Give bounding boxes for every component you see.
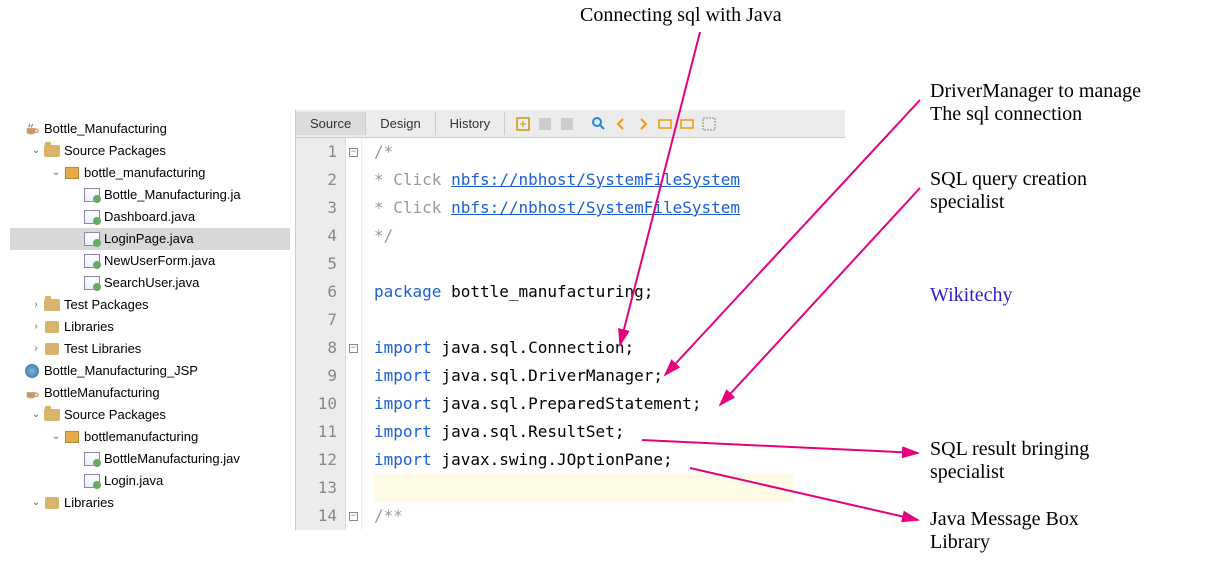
libraries-icon	[44, 319, 60, 335]
java-file[interactable]: Dashboard.java	[70, 206, 295, 228]
source-packages-node[interactable]: ⌄Source Packages	[30, 404, 295, 426]
package-icon	[64, 429, 80, 445]
java-file-icon	[84, 451, 100, 467]
annotation-text: SQL result bringingspecialist	[930, 438, 1089, 484]
test-packages-node[interactable]: ›Test Packages	[30, 294, 295, 316]
test-libraries-node[interactable]: ›Test Libraries	[30, 338, 295, 360]
fold-gutter: − − −	[346, 138, 362, 530]
annotation-text: Java Message BoxLibrary	[930, 508, 1079, 554]
java-file-icon	[84, 231, 100, 247]
annotation-text: SQL query creationspecialist	[930, 168, 1087, 214]
folder-icon	[44, 297, 60, 313]
prev-icon[interactable]	[611, 114, 631, 134]
java-file[interactable]: Bottle_Manufacturing.ja	[70, 184, 295, 206]
expand-icon[interactable]: ⌄	[50, 162, 62, 184]
project-label: Bottle_Manufacturing	[44, 118, 167, 140]
package-icon	[64, 165, 80, 181]
expand-icon[interactable]: ⌄	[30, 140, 42, 162]
libraries-icon	[44, 341, 60, 357]
expand-icon[interactable]: ›	[30, 338, 42, 360]
java-file[interactable]: Login.java	[70, 470, 295, 492]
java-file[interactable]: BottleManufacturing.jav	[70, 448, 295, 470]
expand-icon[interactable]: ⌄	[50, 426, 62, 448]
code-editor: Source Design History 123456789101112131…	[295, 110, 845, 530]
wikitechy-label: Wikitechy	[930, 284, 1013, 307]
project-node[interactable]: Bottle_Manufacturing	[10, 118, 295, 140]
project-icon	[24, 121, 40, 137]
tab-design[interactable]: Design	[366, 112, 435, 135]
java-file[interactable]: SearchUser.java	[70, 272, 295, 294]
nav-icon[interactable]	[513, 114, 533, 134]
fold-toggle-icon[interactable]: −	[349, 148, 358, 157]
package-node[interactable]: ⌄ bottle_manufacturing	[50, 162, 295, 184]
expand-icon[interactable]: ›	[30, 316, 42, 338]
libraries-icon	[44, 495, 60, 511]
libraries-node[interactable]: ⌄Libraries	[30, 492, 295, 514]
libraries-node[interactable]: ›Libraries	[30, 316, 295, 338]
annotation-text: DriverManager to manageThe sql connectio…	[930, 80, 1141, 126]
expand-icon[interactable]: ⌄	[30, 492, 42, 514]
fold-toggle-icon[interactable]: −	[349, 512, 358, 521]
search-icon[interactable]	[589, 114, 609, 134]
project-node[interactable]: Bottle_Manufacturing_JSP	[10, 360, 295, 382]
java-file-icon	[84, 209, 100, 225]
java-file-selected[interactable]: LoginPage.java	[10, 228, 290, 250]
java-file-icon	[84, 473, 100, 489]
line-gutter: 1234567891011121314	[296, 138, 346, 530]
folder-icon	[44, 407, 60, 423]
package-node[interactable]: ⌄bottlemanufacturing	[50, 426, 295, 448]
nav-icon[interactable]	[655, 114, 675, 134]
expand-icon[interactable]: ⌄	[30, 404, 42, 426]
annotation-text: Connecting sql with Java	[580, 4, 782, 27]
editor-tabs: Source Design History	[296, 110, 845, 138]
expand-icon[interactable]: ›	[30, 294, 42, 316]
next-icon[interactable]	[633, 114, 653, 134]
globe-icon	[24, 363, 40, 379]
nav-icon[interactable]	[557, 114, 577, 134]
java-file-icon	[84, 253, 100, 269]
nav-icon[interactable]	[677, 114, 697, 134]
folder-icon	[44, 143, 60, 159]
java-file-icon	[84, 275, 100, 291]
fold-toggle-icon[interactable]: −	[349, 344, 358, 353]
project-explorer: Bottle_Manufacturing ⌄ Source Packages ⌄…	[0, 110, 295, 530]
source-packages-node[interactable]: ⌄ Source Packages	[30, 140, 295, 162]
java-file[interactable]: NewUserForm.java	[70, 250, 295, 272]
code-content[interactable]: /* * Click nbfs://nbhost/SystemFileSyste…	[362, 138, 794, 530]
java-file-icon	[84, 187, 100, 203]
editor-toolbar	[505, 114, 719, 134]
project-icon	[24, 385, 40, 401]
nav-icon[interactable]	[535, 114, 555, 134]
tab-history[interactable]: History	[436, 112, 505, 135]
tab-source[interactable]: Source	[296, 112, 366, 135]
select-icon[interactable]	[699, 114, 719, 134]
project-node[interactable]: BottleManufacturing	[10, 382, 295, 404]
